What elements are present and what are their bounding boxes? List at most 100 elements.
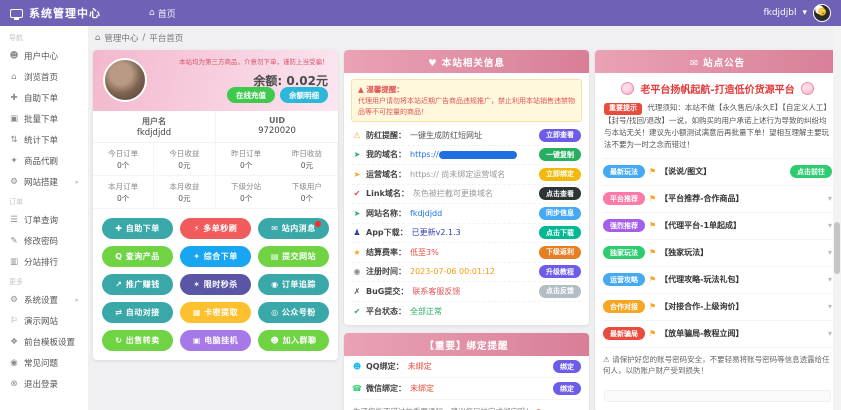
announcement-badge: 强烈推荐 xyxy=(603,219,645,232)
chevron-down-icon[interactable]: ▾ xyxy=(828,221,832,230)
sidebar-item[interactable]: ⊗ 退出登录 xyxy=(0,373,88,394)
sidebar-item[interactable]: ❖ 前台模板设置 xyxy=(0,331,88,352)
chevron-down-icon[interactable]: ▾ xyxy=(828,194,832,203)
sidebar-item-label: 修改密码 xyxy=(24,235,58,247)
scrollbar-thumb[interactable] xyxy=(834,222,840,274)
sidebar-item[interactable]: ⚙ 系统设置 ▸ xyxy=(0,289,88,310)
sidebar-item[interactable]: ⇅ 统计下单 xyxy=(0,129,88,150)
chevron-right-icon: ▸ xyxy=(75,178,79,186)
quick-action-button[interactable]: ✦ 综合下单 xyxy=(180,246,251,267)
topbar-user[interactable]: fkdjdjbl ▾ ☻ xyxy=(763,4,831,22)
quick-action-button[interactable]: ◎ 公众号粉 xyxy=(258,302,329,323)
warning-title: ▲ 温馨提醒： xyxy=(358,84,575,95)
row-value-text: https:// 尚未绑定运营域名 xyxy=(410,170,505,179)
row-action-pill[interactable]: 立即查看 xyxy=(539,129,581,142)
row-action-pill[interactable]: 点击反馈 xyxy=(539,285,581,298)
announcement-item[interactable]: 最新骗局 ⚑ 【放单骗局-教程立阅】 ▾ xyxy=(602,320,833,347)
sidebar-item-icon: ☻ xyxy=(9,51,19,61)
quick-action-button[interactable]: ☻ 加入群聊 xyxy=(258,330,329,351)
sidebar-item-label: 浏览首页 xyxy=(24,71,58,83)
quick-action-button[interactable]: ⚡ 多单秒刷 xyxy=(180,218,251,239)
announcement-text: 【平台推荐-合作商品】 xyxy=(660,193,743,204)
go-button[interactable]: 点击前往 xyxy=(790,165,832,178)
announcement-item[interactable]: 强烈推荐 ⚑ 【代理平台-1单起成】 ▾ xyxy=(602,212,833,239)
quick-action-button[interactable]: ▣ 电脑挂机 xyxy=(180,330,251,351)
sidebar-item[interactable]: ◉ 常见问题 xyxy=(0,352,88,373)
row-action-pill[interactable]: 下级返利 xyxy=(539,246,581,259)
sidebar-item[interactable]: ✎ 修改密码 xyxy=(0,230,88,251)
stat-cell: 昨日订单 0个 xyxy=(216,143,277,176)
sidebar-item[interactable]: ☻ 用户中心 xyxy=(0,45,88,66)
row-value: 一键生成防红短网址 xyxy=(410,130,535,141)
user-avatar-small[interactable]: ☻ xyxy=(813,4,831,22)
announcement-item[interactable]: 最新玩法 ⚑ 【说说/图文】 点击前往 xyxy=(602,158,833,185)
stat-value: 0个 xyxy=(94,193,152,204)
sidebar-item[interactable]: ⌂ 浏览首页 xyxy=(0,66,88,87)
chevron-down-icon[interactable]: ▾ xyxy=(828,275,832,284)
sidebar: 导航 ☻ 用户中心 ⌂ 浏览首页 ✚ xyxy=(0,26,88,410)
row-action-pill[interactable]: 点击下载 xyxy=(539,226,581,239)
quick-action-label: ▣ 电脑挂机 xyxy=(193,336,238,345)
stat-label: 下级用户 xyxy=(278,181,336,192)
sidebar-group: 导航 ☻ 用户中心 ⌂ 浏览首页 ✚ xyxy=(0,28,88,192)
chevron-down-icon[interactable]: ▾ xyxy=(828,329,832,338)
sidebar-item[interactable]: ⚙ 网站搭建 ▸ xyxy=(0,171,88,192)
stat-value: 0个 xyxy=(217,160,276,171)
sidebar-item[interactable]: ✚ 自助下单 xyxy=(0,87,88,108)
sidebar-item-icon: ✚ xyxy=(9,93,19,103)
announcement-text: 【放单骗局-教程立阅】 xyxy=(660,328,743,339)
quick-action-label: ⇄ 自动对接 xyxy=(115,308,160,317)
sidebar-item-icon: ⇅ xyxy=(9,135,19,145)
row-icon: ⚠ xyxy=(352,131,362,140)
balance-detail-button[interactable]: 余额明细 xyxy=(280,87,328,103)
topbar-username: fkdjdjbl xyxy=(763,8,796,18)
row-action-pill[interactable]: 升级教程 xyxy=(539,265,581,278)
quick-action-button[interactable]: ◉ 订单追踪 xyxy=(258,274,329,295)
chevron-down-icon[interactable]: ▾ xyxy=(828,302,832,311)
sidebar-item[interactable]: ☰ 订单查询 xyxy=(0,209,88,230)
bind-button[interactable]: 绑定 xyxy=(553,360,581,373)
sidebar-group: 更多 ⚙ 系统设置 ▸ ⚐ 演示网站 ❖ xyxy=(0,272,88,394)
announcement-item[interactable]: 运营攻略 ⚑ 【代理攻略-玩法礼包】 ▾ xyxy=(602,266,833,293)
breadcrumb: ⌂ 管理中心 / 平台首页 xyxy=(95,32,833,44)
stat-cell: 本月收益 0元 xyxy=(154,176,215,209)
row-action-pill[interactable]: 同步信息 xyxy=(539,207,581,220)
topbar-home-menu[interactable]: ⌂ 首页 xyxy=(149,7,176,20)
quick-action-button[interactable]: ▤ 提交网站 xyxy=(258,246,329,267)
quick-action-button[interactable]: Q 查询产品 xyxy=(102,246,173,267)
app-title: 系统管理中心 xyxy=(29,5,101,21)
sidebar-item[interactable]: ⚐ 演示网站 xyxy=(0,310,88,331)
bind-button[interactable]: 绑定 xyxy=(553,382,581,395)
quick-action-button[interactable]: ⇄ 自动对接 xyxy=(102,302,173,323)
announcement-item[interactable]: 独家玩法 ⚑ 【独家玩法】 ▾ xyxy=(602,239,833,266)
balance-label: 余额: xyxy=(253,74,282,88)
announcement-item[interactable]: 合作对接 ⚑ 【对接合作-上级询价】 ▾ xyxy=(602,293,833,320)
recharge-button[interactable]: 在线充值 xyxy=(227,87,275,103)
quick-action-button[interactable]: ↻ 出售转卖 xyxy=(102,330,173,351)
bind-reminder-card: 【重要】绑定提醒 ☻ QQ绑定： 未绑定 绑定 ☎ 微信绑定： xyxy=(344,333,589,410)
quick-action-label: ✚ 自助下单 xyxy=(115,224,160,233)
quick-action-button[interactable]: ✚ 自助下单 xyxy=(102,218,173,239)
sidebar-item[interactable]: ▥ 分站排行 xyxy=(0,251,88,272)
stat-cell: 下级用户 0个 xyxy=(277,176,338,209)
sidebar-item[interactable]: ✦ 商品代刷 xyxy=(0,150,88,171)
sidebar-item[interactable]: ▣ 批量下单 xyxy=(0,108,88,129)
row-action-pill[interactable]: 一键复制 xyxy=(539,148,581,161)
chevron-down-icon: ▾ xyxy=(802,8,807,18)
row-label: BuG提交： xyxy=(366,286,408,297)
quick-action-button[interactable]: ↗ 推广赚钱 xyxy=(102,274,173,295)
quick-action-button[interactable]: ✉ 站内消息 ● xyxy=(258,218,329,239)
user-avatar-large[interactable] xyxy=(103,58,147,102)
row-value: https:// xyxy=(410,150,535,159)
announcement-card: ✉ 站点公告 老平台扬帆起航-打造低价货源平台 重要提示 代理须知：本站不做【永… xyxy=(595,50,840,410)
row-action-pill[interactable]: 点击查看 xyxy=(539,187,581,200)
breadcrumb-root[interactable]: 管理中心 xyxy=(104,32,138,44)
quick-action-button[interactable]: ✶ 限时秒杀 xyxy=(180,274,251,295)
quick-action-button[interactable]: ▦ 卡密提取 xyxy=(180,302,251,323)
row-action-pill[interactable]: 立即绑定 xyxy=(539,168,581,181)
announcement-item[interactable]: 平台推荐 ⚑ 【平台推荐-合作商品】 ▾ xyxy=(602,185,833,212)
row-value-text: 已更新v2.1.3 xyxy=(412,228,461,237)
chevron-down-icon[interactable]: ▾ xyxy=(828,248,832,257)
sidebar-item-icon: ⊗ xyxy=(9,379,19,389)
pin-icon: ⚑ xyxy=(649,194,656,203)
